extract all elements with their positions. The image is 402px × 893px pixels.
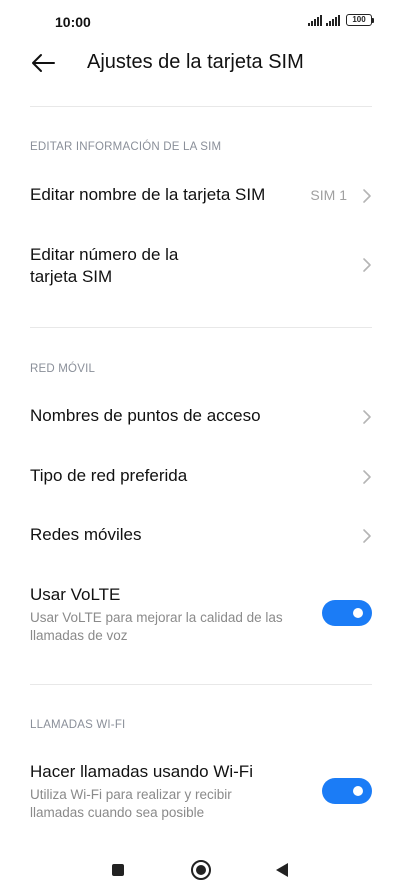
row-subtitle-line1: Usar VoLTE para mejorar la calidad de la… — [30, 610, 283, 625]
chevron-right-icon — [363, 470, 371, 484]
section-header-mobile-network: RED MÓVIL — [30, 363, 96, 375]
mobile-networks-row[interactable]: Redes móviles — [0, 512, 402, 560]
row-title-line1: Editar número de la — [30, 245, 179, 264]
row-title-line2: tarjeta SIM — [30, 267, 113, 286]
navigation-bar — [0, 843, 402, 893]
divider — [30, 327, 372, 328]
sim-name-value: SIM 1 — [310, 187, 347, 203]
wifi-calling-row[interactable]: Hacer llamadas usando Wi-Fi Utiliza Wi-F… — [0, 757, 402, 823]
battery-icon: 100 — [346, 14, 374, 26]
row-title: Hacer llamadas usando Wi-Fi — [30, 762, 253, 781]
wifi-calling-toggle[interactable] — [322, 778, 372, 804]
status-time: 10:00 — [55, 14, 91, 30]
section-header-wifi-calls: LLAMADAS WI-FI — [30, 719, 126, 731]
chevron-right-icon — [363, 410, 371, 424]
section-header-sim-info: EDITAR INFORMACIÓN DE LA SIM — [30, 141, 222, 153]
chevron-right-icon — [363, 189, 371, 203]
divider — [30, 684, 372, 685]
row-subtitle-line2: llamadas cuando sea posible — [30, 805, 205, 820]
apn-row[interactable]: Nombres de puntos de acceso — [0, 393, 402, 441]
edit-sim-number-row[interactable]: Editar número de la tarjeta SIM — [0, 236, 402, 298]
chevron-right-icon — [363, 529, 371, 543]
volte-toggle[interactable] — [322, 600, 372, 626]
recent-apps-icon[interactable] — [112, 864, 124, 876]
row-subtitle-line1: Utiliza Wi-Fi para realizar y recibir — [30, 787, 232, 802]
chevron-right-icon — [363, 258, 371, 272]
page-title: Ajustes de la tarjeta SIM — [87, 51, 304, 73]
row-title: Editar nombre de la tarjeta SIM — [30, 185, 266, 204]
back-nav-icon[interactable] — [276, 863, 288, 877]
status-bar: 10:00 100 — [0, 0, 402, 44]
home-icon[interactable] — [191, 860, 211, 880]
row-title: Redes móviles — [30, 525, 142, 544]
battery-level: 100 — [346, 14, 372, 26]
edit-sim-name-row[interactable]: Editar nombre de la tarjeta SIM SIM 1 — [0, 172, 402, 220]
preferred-network-row[interactable]: Tipo de red preferida — [0, 453, 402, 501]
row-title: Tipo de red preferida — [30, 466, 188, 485]
row-title: Nombres de puntos de acceso — [30, 406, 261, 425]
row-subtitle-line2: llamadas de voz — [30, 628, 128, 643]
signal-icon-2 — [326, 14, 340, 26]
app-header: Ajustes de la tarjeta SIM — [0, 44, 402, 84]
volte-row[interactable]: Usar VoLTE Usar VoLTE para mejorar la ca… — [0, 580, 402, 646]
signal-icon — [308, 14, 322, 26]
row-title: Usar VoLTE — [30, 585, 121, 604]
status-icons: 100 — [308, 14, 374, 26]
back-arrow-icon[interactable] — [30, 50, 56, 76]
divider — [30, 106, 372, 107]
